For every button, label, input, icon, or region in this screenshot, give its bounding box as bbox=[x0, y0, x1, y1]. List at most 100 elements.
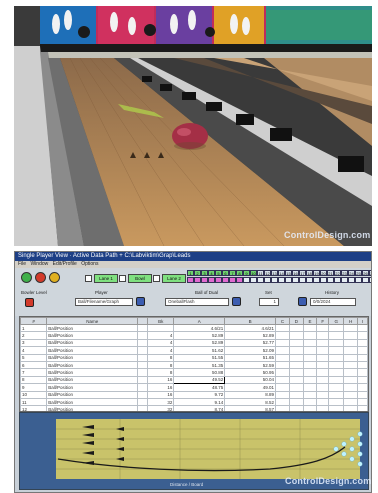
table-cell[interactable] bbox=[288, 397, 304, 407]
table-cell[interactable]: 51.35 bbox=[173, 360, 226, 370]
table-cell[interactable]: 8.52 bbox=[224, 397, 277, 407]
table-cell[interactable] bbox=[343, 331, 359, 340]
column-header[interactable] bbox=[137, 317, 149, 325]
table-cell[interactable] bbox=[316, 331, 330, 340]
table-cell[interactable]: 7 bbox=[20, 368, 48, 377]
table-cell[interactable] bbox=[302, 323, 318, 333]
table-cell[interactable]: Ball/Position bbox=[46, 338, 139, 348]
table-cell[interactable]: 10 bbox=[20, 390, 48, 399]
option-lane-2[interactable]: Lane 2 bbox=[153, 274, 186, 283]
table-cell[interactable]: 49.01 bbox=[224, 383, 277, 392]
table-cell[interactable] bbox=[328, 383, 345, 392]
table-cell[interactable] bbox=[343, 360, 359, 370]
table-cell[interactable] bbox=[316, 338, 330, 348]
table-cell[interactable] bbox=[288, 323, 304, 333]
table-cell[interactable] bbox=[357, 375, 368, 385]
table-cell[interactable]: 51.65 bbox=[224, 353, 277, 362]
table-cell[interactable] bbox=[316, 368, 330, 377]
player-browse-icon[interactable] bbox=[136, 297, 145, 306]
table-row[interactable]: 6 Ball/Position 8 51.35 52.59 bbox=[20, 360, 368, 370]
table-cell[interactable] bbox=[302, 360, 318, 370]
table-cell[interactable]: 6 bbox=[20, 360, 48, 370]
column-header[interactable]: E bbox=[302, 317, 318, 325]
column-header[interactable]: I bbox=[357, 317, 368, 325]
table-cell[interactable] bbox=[316, 360, 330, 370]
table-cell[interactable]: 11 bbox=[20, 397, 48, 407]
table-cell[interactable]: Ball/Position bbox=[46, 383, 139, 392]
ball-browse-icon[interactable] bbox=[232, 297, 241, 306]
table-cell[interactable] bbox=[328, 353, 345, 362]
table-row[interactable]: 5 Ball/Position 8 51.55 51.65 bbox=[20, 353, 368, 362]
table-cell[interactable] bbox=[328, 338, 345, 348]
table-cell[interactable] bbox=[302, 353, 318, 362]
column-header[interactable]: B bbox=[224, 317, 277, 325]
table-cell[interactable] bbox=[288, 331, 304, 340]
table-cell[interactable] bbox=[275, 331, 290, 340]
table-cell[interactable] bbox=[328, 375, 345, 385]
table-cell[interactable]: 49.52 bbox=[173, 375, 226, 385]
table-cell[interactable]: 51.55 bbox=[173, 353, 226, 362]
history-icon[interactable] bbox=[298, 297, 307, 306]
table-cell[interactable] bbox=[316, 375, 330, 385]
table-cell[interactable]: 8.89 bbox=[224, 390, 277, 399]
option-bowl[interactable]: Bowl bbox=[119, 274, 152, 283]
table-cell[interactable] bbox=[328, 331, 345, 340]
table-cell[interactable] bbox=[343, 375, 359, 385]
pause-button[interactable] bbox=[49, 272, 60, 283]
table-cell[interactable]: 5 bbox=[20, 353, 48, 362]
table-cell[interactable]: 9 bbox=[20, 383, 48, 392]
table-row[interactable]: 2 Ball/Position 4 52.89 52.89 bbox=[20, 331, 368, 340]
table-cell[interactable]: 4.6/21 bbox=[173, 323, 226, 333]
table-cell[interactable] bbox=[343, 346, 359, 355]
table-cell[interactable] bbox=[343, 397, 359, 407]
table-cell[interactable]: 52.77 bbox=[224, 338, 277, 348]
ball-select[interactable]: OneballFlash bbox=[165, 298, 229, 306]
menu-options[interactable]: Options bbox=[81, 261, 98, 267]
table-cell[interactable] bbox=[316, 397, 330, 407]
table-row[interactable]: 8 Ball/Position 16 49.52 50.04 bbox=[20, 375, 368, 385]
lane-2-checkbox[interactable] bbox=[153, 275, 160, 282]
table-cell[interactable]: 16 bbox=[147, 383, 175, 392]
stop-button[interactable] bbox=[35, 272, 46, 283]
column-header[interactable]: F bbox=[316, 317, 330, 325]
table-cell[interactable]: 8 bbox=[147, 353, 175, 362]
table-cell[interactable]: 52.59 bbox=[224, 360, 277, 370]
table-cell[interactable] bbox=[275, 346, 290, 355]
table-cell[interactable]: 52.09 bbox=[224, 346, 277, 355]
table-cell[interactable] bbox=[328, 397, 345, 407]
table-cell[interactable] bbox=[288, 353, 304, 362]
history-select[interactable]: 0/0/2024 bbox=[310, 298, 356, 306]
menu-file[interactable]: File bbox=[18, 261, 26, 267]
table-cell[interactable] bbox=[302, 383, 318, 392]
table-cell[interactable] bbox=[275, 375, 290, 385]
table-cell[interactable]: 8 bbox=[147, 360, 175, 370]
table-cell[interactable] bbox=[357, 360, 368, 370]
table-cell[interactable] bbox=[316, 346, 330, 355]
table-cell[interactable] bbox=[316, 323, 330, 333]
table-cell[interactable] bbox=[343, 390, 359, 399]
table-cell[interactable]: 2 bbox=[20, 331, 48, 340]
table-cell[interactable] bbox=[275, 390, 290, 399]
table-cell[interactable] bbox=[357, 338, 368, 348]
table-cell[interactable]: 50.95 bbox=[224, 368, 277, 377]
table-cell[interactable] bbox=[316, 390, 330, 399]
table-cell[interactable] bbox=[357, 353, 368, 362]
table-cell[interactable]: 9.72 bbox=[173, 390, 226, 399]
table-row[interactable]: 4 Ball/Position 4 51.62 52.09 bbox=[20, 346, 368, 355]
table-cell[interactable] bbox=[343, 383, 359, 392]
table-cell[interactable] bbox=[357, 368, 368, 377]
player-select[interactable]: Ball/Filename/Graph bbox=[75, 298, 133, 306]
table-cell[interactable] bbox=[357, 397, 368, 407]
table-cell[interactable] bbox=[275, 383, 290, 392]
table-cell[interactable] bbox=[357, 383, 368, 392]
table-cell[interactable] bbox=[288, 338, 304, 348]
table-cell[interactable]: 4 bbox=[20, 346, 48, 355]
table-cell[interactable]: 1 bbox=[20, 323, 48, 333]
table-cell[interactable] bbox=[137, 323, 149, 333]
table-cell[interactable]: 4.6/21 bbox=[224, 323, 277, 333]
table-cell[interactable] bbox=[137, 397, 149, 407]
table-row[interactable]: 10 Ball/Position 16 9.72 8.89 bbox=[20, 390, 368, 399]
table-row[interactable]: 11 Ball/Position 32 9.14 8.52 bbox=[20, 397, 368, 407]
set-field[interactable]: 1 bbox=[259, 298, 279, 306]
table-cell[interactable] bbox=[275, 338, 290, 348]
